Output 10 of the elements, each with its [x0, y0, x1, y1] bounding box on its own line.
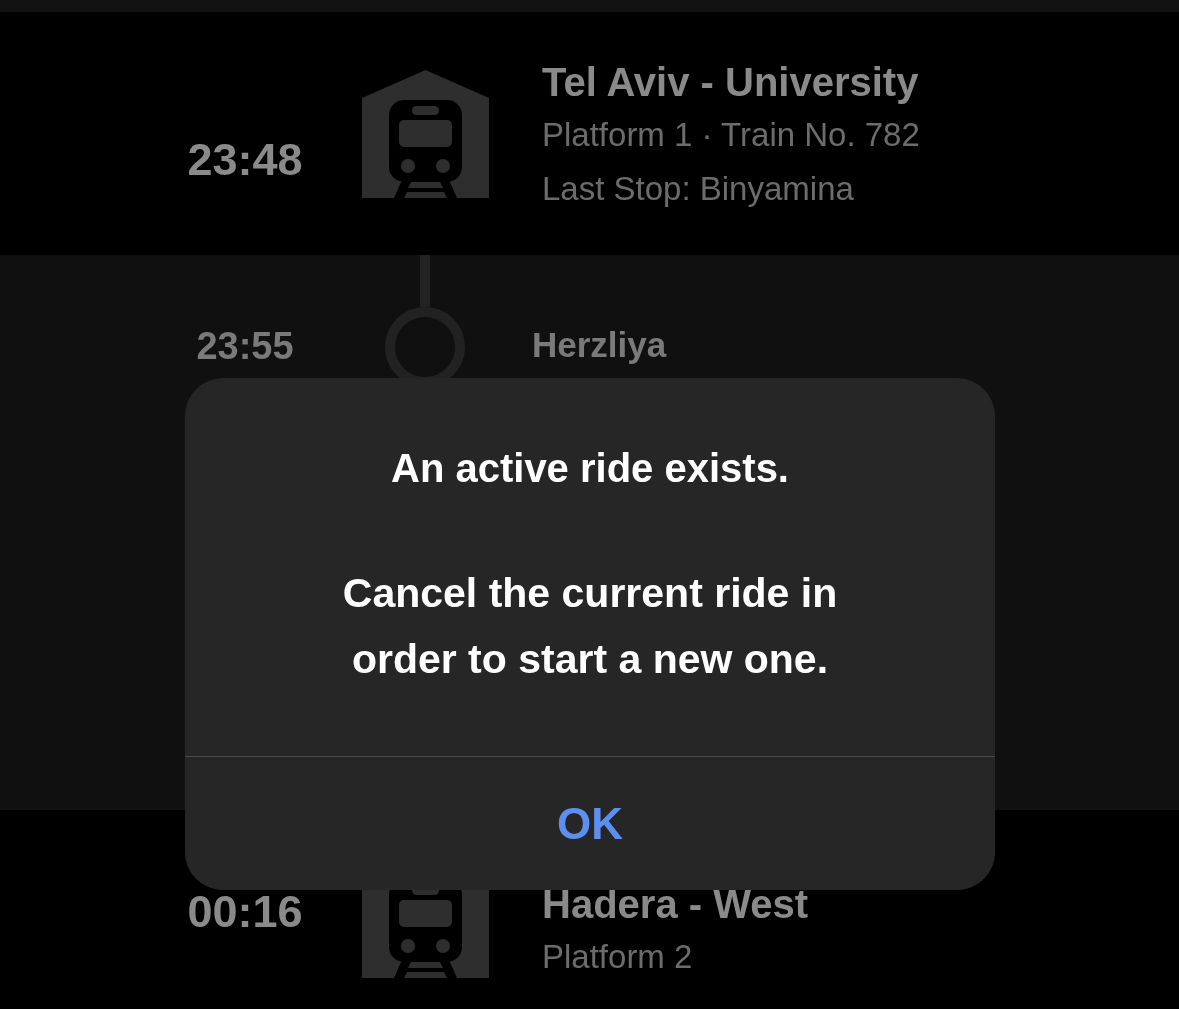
alert-title: An active ride exists.: [391, 445, 789, 492]
train-station-icon: [361, 70, 489, 198]
platform-details: Platform 2: [542, 937, 694, 977]
last-stop: Last Stop: Binyamina: [542, 169, 855, 209]
departure-time: 23:48: [187, 133, 303, 186]
station-name: Tel Aviv - University: [542, 59, 920, 106]
alert-message: Cancel the current ride in order to start a new one.: [341, 569, 839, 684]
stop-name: Herzliya: [532, 325, 667, 365]
stop-time: 23:55: [196, 325, 294, 368]
platform-details: Platform 1 · Train No. 782: [542, 115, 920, 155]
